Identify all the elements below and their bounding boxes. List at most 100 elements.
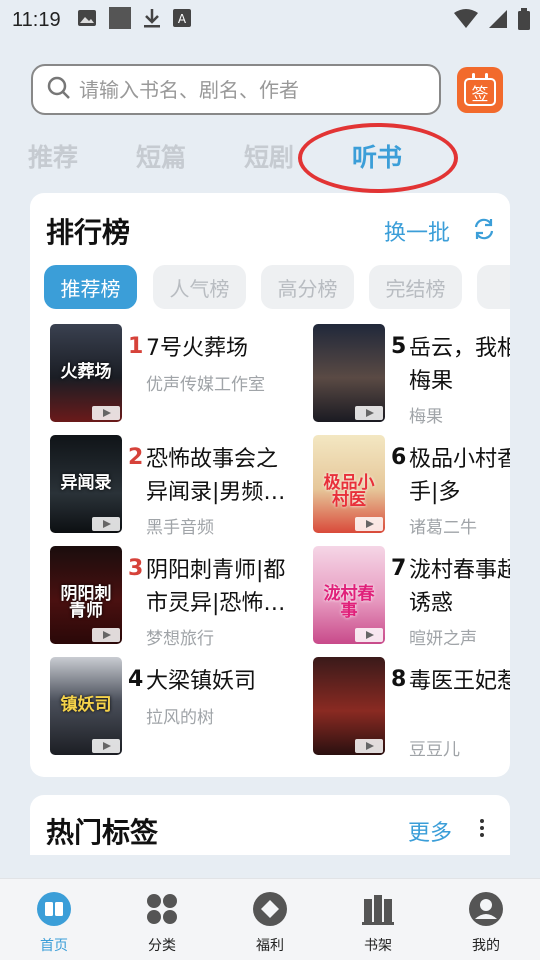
rank-number: 3 (128, 556, 144, 581)
book-author: 黑手音频 (146, 518, 214, 538)
signal-icon (488, 9, 508, 33)
book-item[interactable]: 5 岳云，我相爷|梅果 梅果 (313, 324, 510, 427)
rank-number: 1 (128, 334, 144, 359)
rank-number: 4 (128, 667, 144, 692)
play-icon (92, 628, 120, 642)
book-author: 优声传媒工作室 (146, 375, 265, 395)
grid-icon (144, 894, 180, 931)
status-time: 11:19 (12, 8, 61, 31)
category-tabs: 推荐 短篇 短剧 听书 (0, 138, 540, 178)
gift-icon (252, 892, 288, 931)
signin-button[interactable]: 签 (457, 67, 503, 113)
pill-more-rank[interactable] (477, 265, 510, 309)
play-icon (355, 517, 383, 531)
book-cover: 火葬场 (50, 324, 122, 422)
book-cover: 镇妖司 (50, 657, 122, 755)
book-item[interactable]: 8 毒医王妃惹 豆豆儿 (313, 657, 510, 760)
book-author: 诸葛二牛 (409, 518, 477, 538)
ranking-filter-pills: 推荐榜 人气榜 高分榜 完结榜 (44, 265, 510, 309)
play-icon (92, 739, 120, 753)
pill-completed-rank[interactable]: 完结榜 (369, 265, 462, 309)
rank-number: 7 (391, 556, 407, 581)
tab-recommend[interactable]: 推荐 (28, 138, 78, 174)
nav-profile[interactable]: 我的 (456, 891, 516, 955)
text-notification-icon: A (172, 9, 191, 31)
status-indicators (454, 8, 530, 34)
rank-number: 5 (391, 334, 407, 359)
book-title: 泷村春事超级诱惑 (409, 558, 510, 616)
book-title: 大梁镇妖司 (146, 669, 257, 694)
book-cover: 泷村春事 (313, 546, 385, 644)
status-bar: 11:19 A (0, 0, 540, 40)
book-item[interactable]: 泷村春事 7 泷村春事超级诱惑 暄妍之声 (313, 546, 510, 649)
play-icon (355, 739, 383, 753)
rank-number: 2 (128, 445, 144, 470)
nav-benefits[interactable]: 福利 (240, 891, 300, 955)
nav-benefits-label: 福利 (256, 938, 284, 954)
refresh-icon[interactable] (472, 217, 496, 245)
ranking-card: 排行榜 换一批 推荐榜 人气榜 高分榜 完结榜 火葬场 1 7号火葬场 优声传媒… (30, 193, 510, 777)
rank-number: 6 (391, 445, 407, 470)
book-cover: 极品小村医 (313, 435, 385, 533)
bookshelf-icon (360, 895, 396, 931)
book-item[interactable]: 火葬场 1 7号火葬场 优声传媒工作室 (50, 324, 290, 424)
profile-icon (468, 892, 504, 931)
nav-categories[interactable]: 分类 (132, 891, 192, 955)
book-title: 7号火葬场 (146, 336, 248, 361)
more-options-icon[interactable] (480, 819, 486, 840)
nav-home-label: 首页 (40, 938, 68, 954)
rank-number: 8 (391, 667, 407, 692)
tab-short-drama[interactable]: 短剧 (244, 138, 294, 174)
battery-icon (518, 8, 530, 34)
bottom-nav: 首页 分类 福利 书架 我的 (0, 878, 540, 960)
pill-high-score-rank[interactable]: 高分榜 (261, 265, 354, 309)
pill-popular-rank[interactable]: 人气榜 (153, 265, 246, 309)
book-open-icon (36, 892, 72, 931)
svg-text:A: A (177, 12, 186, 26)
book-title: 毒医王妃惹 (409, 669, 510, 694)
book-author: 豆豆儿 (409, 740, 460, 760)
book-cover: 异闻录 (50, 435, 122, 533)
tab-short-stories[interactable]: 短篇 (136, 138, 186, 174)
image-notification-icon (77, 9, 97, 31)
wifi-icon (454, 9, 478, 33)
more-button[interactable]: 更多 (408, 815, 452, 847)
nav-bookshelf[interactable]: 书架 (348, 891, 408, 955)
book-title: 恐怖故事会之异闻录|男频… (146, 447, 286, 505)
search-bar[interactable] (31, 64, 441, 115)
book-cover (313, 324, 385, 422)
book-title: 阴阳刺青师|都市灵异|恐怖… (146, 558, 286, 616)
download-icon (143, 8, 161, 32)
book-item[interactable]: 阴阳刺青师 3 阴阳刺青师|都市灵异|恐怖… 梦想旅行 (50, 546, 290, 649)
book-title: 岳云，我相爷|梅果 (409, 336, 510, 394)
nav-profile-label: 我的 (472, 938, 500, 954)
book-author: 梦想旅行 (146, 629, 214, 649)
book-item[interactable]: 极品小村医 6 极品小村香高手|多 诸葛二牛 (313, 435, 510, 538)
ranking-title: 排行榜 (46, 216, 131, 249)
play-icon (92, 406, 120, 420)
nav-categories-label: 分类 (148, 938, 176, 954)
book-item[interactable]: 镇妖司 4 大梁镇妖司 拉风的树 (50, 657, 290, 757)
book-cover (313, 657, 385, 755)
book-cover: 阴阳刺青师 (50, 546, 122, 644)
highlight-circle-annotation (298, 123, 458, 193)
signin-label: 签 (471, 84, 489, 105)
nav-bookshelf-label: 书架 (364, 938, 392, 954)
play-icon (92, 517, 120, 531)
nav-home[interactable]: 首页 (24, 891, 84, 955)
pill-recommend-rank[interactable]: 推荐榜 (44, 265, 137, 309)
hot-tags-card: 热门标签 更多 (30, 795, 510, 855)
book-author: 拉风的树 (146, 708, 214, 728)
play-icon (355, 628, 383, 642)
refresh-button[interactable]: 换一批 (384, 215, 450, 247)
search-icon (47, 76, 71, 104)
calendar-icon: 签 (464, 73, 496, 106)
square-notification-icon (108, 7, 131, 33)
book-author: 梅果 (409, 407, 443, 427)
search-input[interactable] (79, 77, 419, 102)
hot-tags-title: 热门标签 (46, 816, 159, 849)
book-title: 极品小村香高手|多 (409, 447, 510, 505)
play-icon (355, 406, 383, 420)
book-item[interactable]: 异闻录 2 恐怖故事会之异闻录|男频… 黑手音频 (50, 435, 290, 538)
book-author: 暄妍之声 (409, 629, 477, 649)
